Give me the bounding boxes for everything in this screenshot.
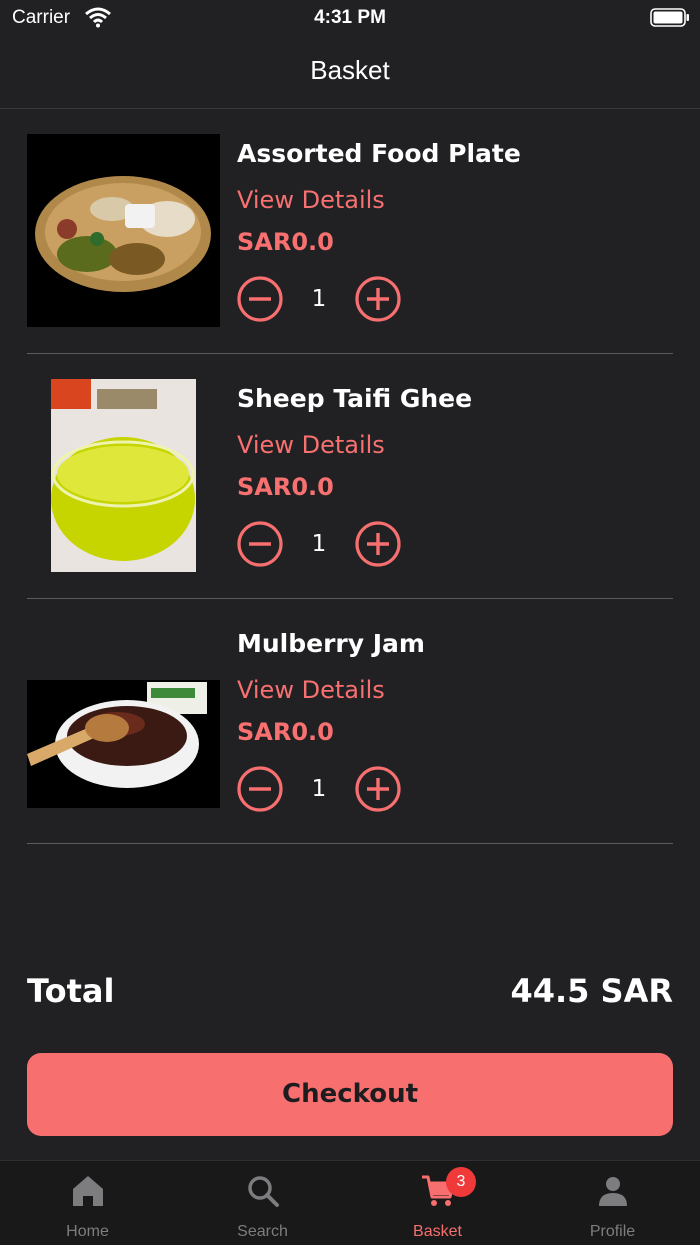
tab-label: Basket	[413, 1223, 462, 1240]
basket-item: Mulberry Jam View Details SAR0.0 1	[27, 599, 673, 844]
quantity-value: 1	[311, 531, 327, 557]
checkout-button[interactable]: Checkout	[27, 1053, 673, 1136]
quantity-value: 1	[311, 776, 327, 802]
quantity-stepper: 1	[237, 521, 407, 569]
minus-circle-icon[interactable]	[237, 521, 283, 567]
view-details-link[interactable]: View Details	[237, 186, 385, 214]
tab-label: Home	[66, 1223, 109, 1240]
product-price: SAR0.0	[237, 228, 334, 256]
product-image-ghee[interactable]	[27, 379, 220, 572]
plus-circle-icon[interactable]	[355, 276, 401, 322]
nav-bar: Basket	[0, 36, 700, 109]
view-details-link[interactable]: View Details	[237, 676, 385, 704]
person-icon	[599, 1177, 627, 1206]
basket-item: Sheep Taifi Ghee View Details SAR0.0 1	[27, 354, 673, 599]
tab-profile[interactable]: Profile	[525, 1161, 700, 1245]
page-title: Basket	[310, 55, 390, 85]
product-name: Assorted Food Plate	[237, 139, 521, 168]
quantity-value: 1	[311, 286, 327, 312]
product-price: SAR0.0	[237, 718, 334, 746]
product-name: Mulberry Jam	[237, 629, 425, 658]
total-label: Total	[27, 972, 115, 1010]
minus-circle-icon[interactable]	[237, 766, 283, 812]
tab-label: Profile	[589, 1223, 636, 1240]
total-value: 44.5 SAR	[510, 972, 673, 1010]
tab-home[interactable]: Home	[0, 1161, 175, 1245]
search-icon	[248, 1176, 279, 1207]
minus-circle-icon[interactable]	[237, 276, 283, 322]
product-price: SAR0.0	[237, 473, 334, 501]
plus-circle-icon[interactable]	[355, 521, 401, 567]
tab-search[interactable]: Search	[175, 1161, 350, 1245]
basket-item: Assorted Food Plate View Details SAR0.0 …	[27, 109, 673, 354]
home-icon	[73, 1176, 103, 1206]
plus-circle-icon[interactable]	[355, 766, 401, 812]
product-image-assorted-plate[interactable]	[27, 134, 220, 327]
cart-count-badge: 3	[446, 1167, 476, 1197]
quantity-stepper: 1	[237, 766, 407, 814]
status-bar: Carrier 4:31 PM	[0, 0, 700, 36]
battery-icon	[650, 8, 689, 27]
tab-basket[interactable]: Basket	[350, 1161, 525, 1245]
quantity-stepper: 1	[237, 276, 407, 324]
tab-label: Search	[237, 1223, 288, 1240]
product-name: Sheep Taifi Ghee	[237, 384, 473, 413]
total-row: Total 44.5 SAR	[27, 972, 673, 1016]
clock: 4:31 PM	[314, 7, 386, 28]
view-details-link[interactable]: View Details	[237, 431, 385, 459]
tab-bar: Home Search Basket Profile	[0, 1160, 700, 1245]
product-image-mulberry-jam[interactable]	[27, 624, 220, 817]
